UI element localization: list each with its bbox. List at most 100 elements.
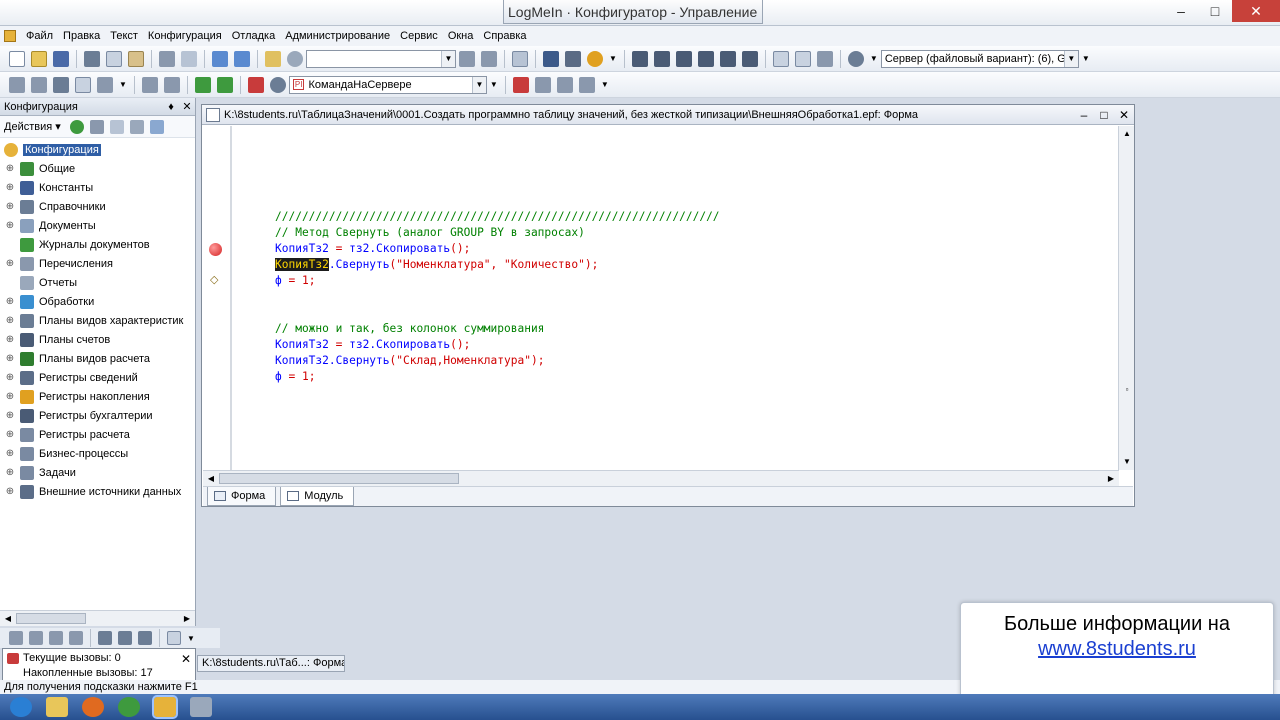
print-icon[interactable] — [159, 50, 175, 67]
tree-item[interactable]: ⊕ Бизнес-процессы — [0, 444, 195, 463]
expand-icon[interactable]: ⊕ — [4, 429, 16, 440]
delete-icon[interactable] — [129, 119, 144, 134]
menu-text[interactable]: Текст — [106, 26, 144, 46]
tree-item[interactable]: ⊕ Регистры расчета — [0, 425, 195, 444]
tree-item[interactable]: ⊕ Регистры бухгалтерии — [0, 406, 195, 425]
info-icon[interactable] — [587, 50, 603, 67]
expand-icon[interactable]: ⊕ — [4, 220, 16, 231]
tree-item[interactable]: ⊕ Перечисления — [0, 254, 195, 273]
expand-icon[interactable]: ⊕ — [4, 334, 16, 345]
scroll-left-icon[interactable]: ◀ — [0, 611, 16, 627]
flag-icon[interactable] — [69, 631, 83, 645]
tree-item[interactable]: ⊕ Обработки — [0, 292, 195, 311]
comment-icon[interactable] — [194, 76, 211, 93]
menu-debug[interactable]: Отладка — [228, 26, 281, 46]
minimize-icon[interactable]: – — [1074, 108, 1094, 122]
collapse-group-icon[interactable] — [697, 50, 714, 67]
tree-item[interactable]: ⊕ Задачи — [0, 463, 195, 482]
wizard-icon[interactable] — [816, 50, 833, 67]
layout-icon[interactable] — [794, 50, 811, 67]
new-file-icon[interactable] — [9, 50, 25, 67]
expand-group-icon[interactable] — [675, 50, 692, 67]
actions-menu[interactable]: Действия ▾ — [4, 120, 61, 133]
expand-icon[interactable]: ⊕ — [4, 182, 16, 193]
firefox-icon[interactable] — [82, 697, 104, 717]
scroll-right-icon[interactable]: ▶ — [1103, 471, 1119, 487]
edit-icon[interactable] — [89, 119, 104, 134]
maximize-button[interactable]: □ — [1198, 0, 1232, 22]
find-prev-icon[interactable] — [481, 50, 497, 67]
breakpoint-icon[interactable] — [209, 243, 222, 256]
folder-icon[interactable] — [46, 697, 68, 717]
close-icon[interactable]: ✕ — [179, 100, 195, 113]
debug-icon[interactable] — [534, 76, 551, 93]
remote-icon[interactable] — [190, 697, 212, 717]
scroll-marker-icon[interactable]: ▫ — [1119, 382, 1135, 398]
chevron-down-icon[interactable]: ▼ — [1063, 50, 1078, 67]
insert-icon[interactable] — [97, 76, 113, 93]
search-icon[interactable] — [287, 50, 303, 67]
timer-icon[interactable] — [847, 50, 864, 67]
tree-item[interactable]: ⊕ Регистры накопления — [0, 387, 195, 406]
tools-icon[interactable] — [578, 76, 595, 93]
horizontal-scrollbar[interactable]: ◀ ▶ — [0, 610, 195, 626]
menu-edit[interactable]: Правка — [59, 26, 106, 46]
menu-file[interactable]: Файл — [22, 26, 59, 46]
paste-icon[interactable] — [128, 50, 144, 67]
goto-definition-icon[interactable] — [565, 50, 581, 67]
menu-help[interactable]: Справка — [479, 26, 532, 46]
tab-module[interactable]: Модуль — [280, 487, 355, 506]
chevron-down-icon[interactable]: ▼ — [1082, 54, 1090, 63]
breakpoint-icon[interactable] — [512, 76, 529, 93]
search-combo[interactable]: ▼ — [306, 49, 456, 68]
tree-item[interactable]: ⊕ Внешние источники данных — [0, 482, 195, 501]
menu-administration[interactable]: Администрирование — [281, 26, 396, 46]
app-icon[interactable] — [4, 30, 16, 42]
flag-icon[interactable] — [9, 631, 23, 645]
expand-icon[interactable]: ⊕ — [4, 201, 16, 212]
flag-icon[interactable] — [29, 631, 43, 645]
print-preview-icon[interactable] — [181, 50, 197, 67]
outdent-icon[interactable] — [138, 631, 152, 645]
scroll-right-icon[interactable]: ▶ — [179, 611, 195, 627]
ie-icon[interactable] — [10, 697, 32, 717]
menu-configuration[interactable]: Конфигурация — [144, 26, 228, 46]
chrome-icon[interactable] — [118, 697, 140, 717]
scroll-left-icon[interactable]: ◀ — [203, 471, 219, 487]
list-icon[interactable] — [98, 631, 112, 645]
run-icon[interactable] — [741, 50, 758, 67]
cut-icon[interactable] — [84, 50, 100, 67]
editor-gutter[interactable]: ◇ — [203, 126, 231, 470]
bracket-close-icon[interactable] — [653, 50, 670, 67]
panel-icon[interactable] — [75, 76, 91, 93]
tree-item[interactable]: Журналы документов — [0, 235, 195, 254]
tree-item[interactable]: Отчеты — [0, 273, 195, 292]
tree-item[interactable]: ⊕ Справочники — [0, 197, 195, 216]
menu-windows[interactable]: Окна — [444, 26, 480, 46]
chevron-down-icon[interactable]: ▼ — [601, 80, 609, 89]
tree-item[interactable]: ⊕ Планы видов расчета — [0, 349, 195, 368]
scroll-down-icon[interactable]: ▼ — [1119, 454, 1135, 470]
db-icon[interactable] — [53, 76, 69, 93]
procedure-combo[interactable]: РI КомандаНаСервере ▼ — [288, 75, 487, 94]
bracket-open-icon[interactable] — [631, 50, 648, 67]
tree-item[interactable]: ⊕ Планы счетов — [0, 330, 195, 349]
expand-icon[interactable]: ⊕ — [4, 467, 16, 478]
server-combo[interactable]: Сервер (файловый вариант): (6), GE ▼ — [880, 49, 1079, 68]
form-icon[interactable] — [772, 50, 789, 67]
format-icon[interactable] — [141, 76, 158, 93]
tree-item[interactable]: ⊕ Документы — [0, 216, 195, 235]
find-next-icon[interactable] — [459, 50, 475, 67]
document-icon[interactable] — [167, 631, 181, 645]
info-link[interactable]: www.8students.ru — [961, 638, 1273, 661]
redo-icon[interactable] — [234, 50, 250, 67]
uncomment-icon[interactable] — [216, 76, 233, 93]
properties-icon[interactable] — [31, 76, 47, 93]
save-icon[interactable] — [53, 50, 69, 67]
copy-icon[interactable] — [109, 119, 124, 134]
horizontal-scrollbar[interactable]: ◀ ▶ — [203, 470, 1119, 486]
chevron-down-icon[interactable]: ▼ — [490, 80, 498, 89]
chevron-down-icon[interactable]: ▼ — [119, 80, 127, 89]
indent-icon[interactable] — [118, 631, 132, 645]
step-icon[interactable] — [719, 50, 736, 67]
